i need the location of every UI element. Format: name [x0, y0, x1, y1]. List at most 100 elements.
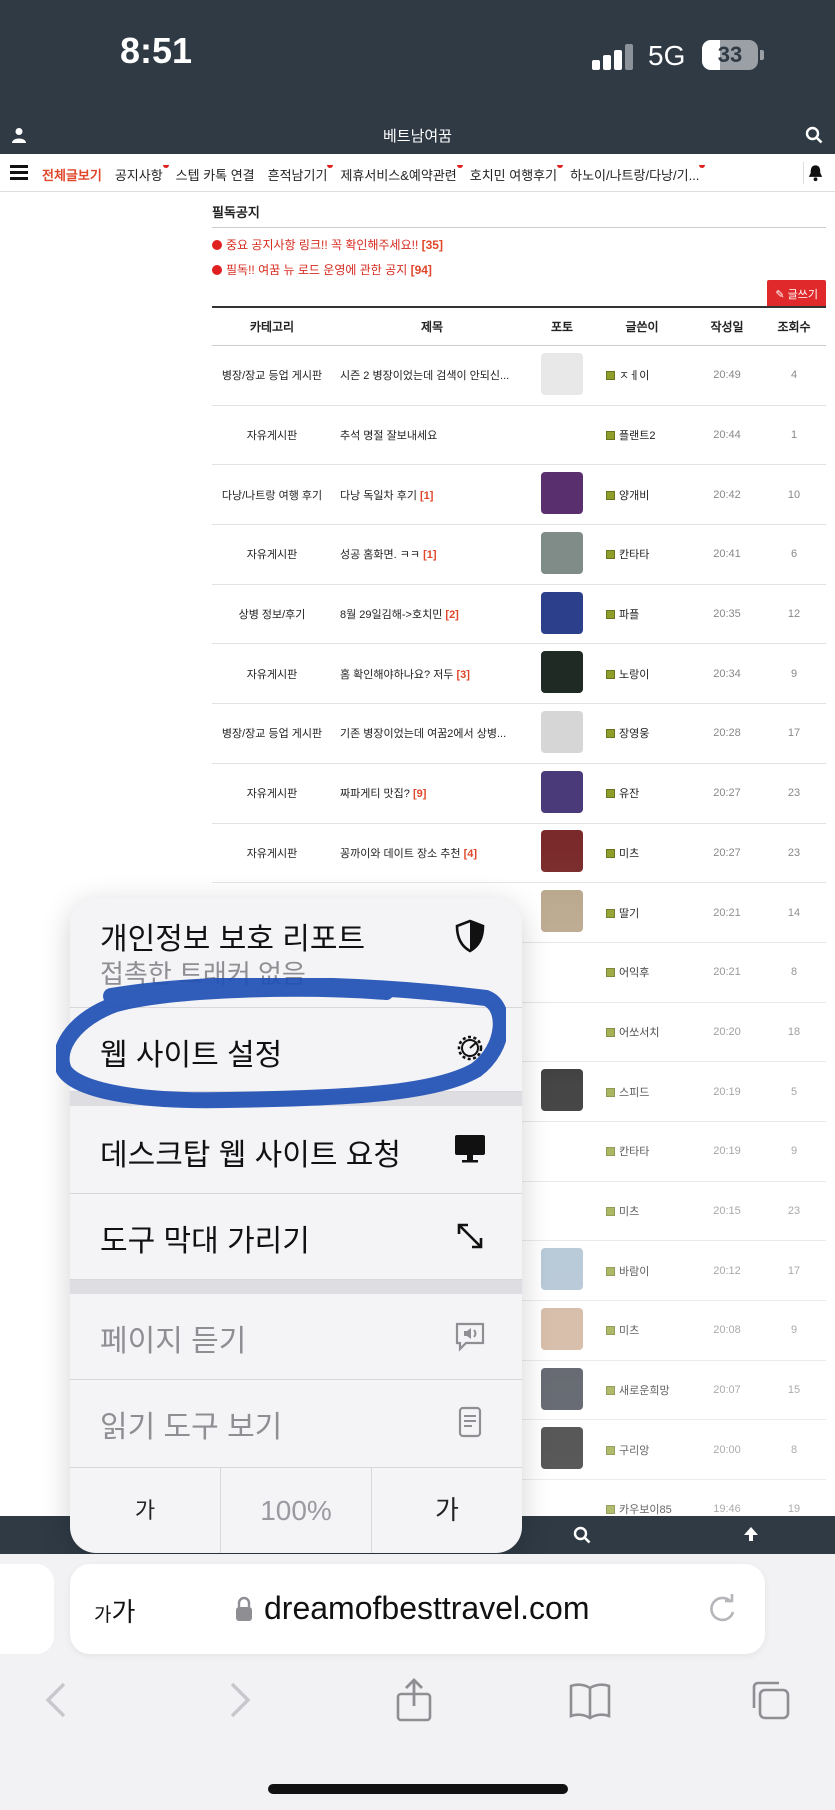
scroll-top-arrow-icon[interactable] — [741, 1524, 761, 1544]
zoom-level[interactable]: 100% — [221, 1468, 372, 1553]
page-format-button[interactable]: 가가 — [94, 1592, 135, 1629]
level-badge-icon — [606, 1326, 615, 1336]
table-row[interactable]: 자유게시판 꽁까이와 데이트 장소 추천 [4] 미츠 20:27 23 — [212, 824, 826, 884]
table-row[interactable]: 병장/장교 등업 게시판 시즌 2 병장이었는데 검색이 안되신... ㅈㅔ이 20… — [212, 346, 826, 406]
nav-item[interactable]: 전체글보기 — [42, 165, 102, 184]
row-author[interactable]: 카우보이85 — [592, 1501, 692, 1517]
row-author[interactable]: 파플 — [592, 606, 692, 622]
row-category[interactable]: 다낭/나트랑 여행 후기 — [212, 487, 332, 503]
post-thumbnail[interactable] — [541, 531, 583, 574]
row-title[interactable]: 꽁까이와 데이트 장소 추천 [4] — [332, 845, 532, 861]
nav-item[interactable]: 흔적남기기 — [268, 165, 334, 184]
row-author[interactable]: 어쏘서치 — [592, 1024, 692, 1040]
request-desktop-item[interactable]: 데스크탑 웹 사이트 요청 — [70, 1106, 522, 1194]
post-thumbnail[interactable] — [541, 591, 583, 634]
row-author[interactable]: 어익후 — [592, 964, 692, 980]
battery-level: 33 — [717, 42, 743, 67]
nav-item[interactable]: 공지사항 — [115, 165, 169, 184]
notice-item[interactable]: 필독!! 여꿈 뉴 로드 운영에 관한 공지 [94] — [212, 261, 826, 278]
row-category[interactable]: 상병 정보/후기 — [212, 606, 332, 622]
previous-tab-preview[interactable] — [0, 1564, 54, 1654]
table-row[interactable]: 병장/장교 등업 게시판 기존 병장이었는데 여꿈2에서 상병... 장영웅 20:… — [212, 704, 826, 764]
row-title[interactable]: 짜파게티 맛집? [9] — [332, 785, 532, 801]
post-thumbnail[interactable] — [541, 830, 583, 873]
tabs-icon[interactable] — [748, 1678, 792, 1722]
table-row[interactable]: 자유게시판 성공 홈화면. ㅋㅋ [1] 칸타타 20:41 6 — [212, 525, 826, 585]
website-settings-item[interactable]: 웹 사이트 설정 — [70, 1008, 522, 1092]
row-comment-count: [1] — [423, 549, 437, 562]
row-category[interactable]: 병장/장교 등업 게시판 — [212, 725, 332, 741]
row-author[interactable]: 유잔 — [592, 785, 692, 801]
post-thumbnail[interactable] — [541, 1307, 583, 1350]
row-author[interactable]: 미츠 — [592, 1322, 692, 1338]
nav-item[interactable]: 하노이/나트랑/다낭/기... — [570, 165, 706, 184]
row-title[interactable]: 성공 홈화면. ㅋㅋ [1] — [332, 546, 532, 562]
row-title[interactable]: 기존 병장이었는데 여꿈2에서 상병... — [332, 725, 532, 741]
search-icon[interactable] — [805, 126, 823, 144]
row-category[interactable]: 자유게시판 — [212, 427, 332, 443]
share-icon[interactable] — [392, 1678, 436, 1722]
row-author[interactable]: 칸타타 — [592, 1143, 692, 1159]
post-thumbnail[interactable] — [541, 352, 583, 395]
search-icon[interactable] — [573, 1526, 591, 1544]
row-author[interactable]: 칸타타 — [592, 546, 692, 562]
address-bar[interactable]: 가가 dreamofbesttravel.com — [70, 1564, 765, 1654]
forward-arrow-icon[interactable] — [216, 1678, 260, 1722]
row-category[interactable]: 자유게시판 — [212, 546, 332, 562]
post-thumbnail[interactable] — [541, 890, 583, 933]
row-author[interactable]: 바람이 — [592, 1263, 692, 1279]
decrease-font-button[interactable]: 가 — [70, 1468, 221, 1553]
row-category[interactable]: 병장/장교 등업 게시판 — [212, 367, 332, 383]
row-category[interactable]: 자유게시판 — [212, 785, 332, 801]
row-author[interactable]: 미츠 — [592, 1203, 692, 1219]
reload-icon[interactable] — [705, 1592, 739, 1626]
hide-toolbar-item[interactable]: 도구 막대 가리기 — [70, 1194, 522, 1280]
row-author[interactable]: 노랑이 — [592, 666, 692, 682]
bell-icon[interactable] — [803, 162, 827, 184]
nav-item[interactable]: 제휴서비스&예약관련 — [340, 165, 463, 184]
notice-item[interactable]: 중요 공지사항 링크!! 꼭 확인해주세요!! [35] — [212, 236, 826, 253]
row-author[interactable]: 구리앙 — [592, 1442, 692, 1458]
row-category[interactable]: 자유게시판 — [212, 666, 332, 682]
row-photo — [532, 1367, 592, 1413]
privacy-report-item[interactable]: 개인정보 보호 리포트 접촉한 트래커 없음 — [70, 898, 522, 1008]
row-author[interactable]: 미츠 — [592, 845, 692, 861]
listen-page-item[interactable]: 페이지 듣기 — [70, 1294, 522, 1380]
back-arrow-icon[interactable] — [36, 1678, 80, 1722]
post-thumbnail[interactable] — [541, 770, 583, 813]
site-title[interactable]: 베트남여꿈 — [0, 125, 835, 146]
row-views: 14 — [787, 906, 801, 919]
row-author[interactable]: 스피드 — [592, 1084, 692, 1100]
table-row[interactable]: 자유게시판 짜파게티 맛집? [9] 유잔 20:27 23 — [212, 764, 826, 824]
table-row[interactable]: 상병 정보/후기 8월 29일김해->호치민 [2] 파플 20:35 12 — [212, 585, 826, 645]
nav-item[interactable]: 호치민 여행후기 — [470, 165, 564, 184]
row-category[interactable]: 자유게시판 — [212, 845, 332, 861]
row-author[interactable]: ㅈㅔ이 — [592, 367, 692, 383]
bookmarks-book-icon[interactable] — [568, 1678, 612, 1722]
nav-item[interactable]: 스텝 카톡 연결 — [176, 165, 255, 184]
row-title[interactable]: 다낭 독일차 후기 [1] — [332, 487, 532, 503]
row-author[interactable]: 양개비 — [592, 487, 692, 503]
row-title[interactable]: 추석 명절 잘보내세요 — [332, 427, 532, 443]
row-title[interactable]: 홈 확인해야하나요? 저두 [3] — [332, 666, 532, 682]
row-title[interactable]: 8월 29일김해->호치민 [2] — [332, 606, 532, 622]
post-thumbnail[interactable] — [541, 710, 583, 753]
row-author[interactable]: 새로운희망 — [592, 1382, 692, 1398]
row-author[interactable]: 장영웅 — [592, 725, 692, 741]
row-author[interactable]: 플랜트2 — [592, 427, 692, 443]
post-thumbnail[interactable] — [541, 1427, 583, 1470]
post-thumbnail[interactable] — [541, 472, 583, 515]
increase-font-button[interactable]: 가 — [372, 1468, 522, 1553]
post-thumbnail[interactable] — [541, 1248, 583, 1291]
row-author[interactable]: 딸기 — [592, 905, 692, 921]
hamburger-menu-icon[interactable] — [10, 165, 28, 181]
table-row[interactable]: 다낭/나트랑 여행 후기 다낭 독일차 후기 [1] 양개비 20:42 10 — [212, 465, 826, 526]
post-thumbnail[interactable] — [541, 1367, 583, 1410]
reader-view-item[interactable]: 읽기 도구 보기 — [70, 1380, 522, 1468]
write-button[interactable]: ✎ 글쓰기 — [767, 280, 826, 308]
row-title[interactable]: 시즌 2 병장이었는데 검색이 안되신... — [332, 367, 532, 383]
table-row[interactable]: 자유게시판 홈 확인해야하나요? 저두 [3] 노랑이 20:34 9 — [212, 644, 826, 705]
post-thumbnail[interactable] — [541, 651, 583, 694]
post-thumbnail[interactable] — [541, 1069, 583, 1112]
table-row[interactable]: 자유게시판 추석 명절 잘보내세요 플랜트2 20:44 1 — [212, 406, 826, 466]
